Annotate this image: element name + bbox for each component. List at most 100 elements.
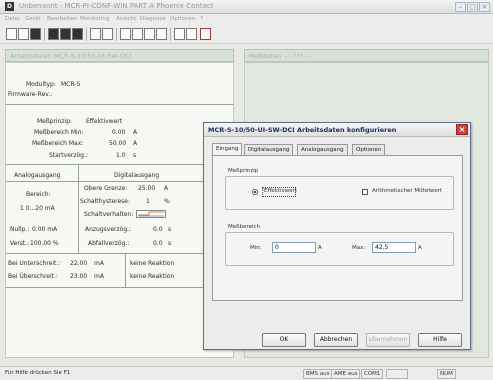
divider	[6, 164, 233, 165]
monitor-icon[interactable]	[102, 28, 113, 40]
status-num: NUM	[437, 369, 456, 379]
on-delay-value: 0.0	[153, 226, 163, 233]
column-divider	[125, 253, 126, 287]
toolbar-separator	[170, 28, 171, 41]
switch-behaviour-label: Schaltverhalten:	[84, 211, 134, 218]
mean-label[interactable]: Arithmetischer Mittelwert	[372, 188, 442, 194]
measure-principle-label: Meßprinzip:	[37, 118, 73, 125]
rms-label[interactable]: Effektivwert	[264, 188, 297, 194]
open-folder-icon[interactable]	[18, 28, 29, 40]
dialog-close-button[interactable]: ×	[456, 124, 468, 135]
min-label: Min:	[250, 245, 262, 251]
range-max-label: Meßbereich Max:	[32, 140, 84, 147]
measure-principle-value: Effektivwert	[86, 118, 123, 125]
tab-content: Meßprinzip Effektivwert Arithmetischer M…	[212, 155, 463, 301]
upload-icon[interactable]	[60, 28, 71, 40]
status-com: COM1	[361, 369, 384, 379]
menu-optionen[interactable]: Optionen	[170, 16, 195, 22]
pointer-icon[interactable]	[174, 28, 185, 40]
range-group-label: Meßbereich	[228, 224, 261, 230]
upper-limit-value: 25.00	[138, 185, 156, 192]
left-panel-header: Arbeitsdaten MCR-S-10/50-UI-SW-DCI	[5, 49, 234, 62]
tab-optionen[interactable]: Optionen	[352, 144, 386, 155]
divider	[6, 181, 233, 182]
analog-range-value: 1 0...20 mA	[20, 205, 55, 212]
start-delay-label: Startverzög.:	[49, 152, 88, 159]
copy-icon[interactable]	[90, 28, 101, 40]
max-label: Max:	[352, 245, 366, 251]
min-input[interactable]: 0	[272, 242, 316, 253]
help-button[interactable]: Hilfe	[418, 333, 462, 347]
save-icon[interactable]	[30, 28, 41, 40]
red-app-icon[interactable]	[200, 28, 211, 40]
module-value: MCR-S	[61, 81, 81, 88]
working-data-panel: Modultyp: MCR-S Firmware-Rev.: Meßprinzi…	[5, 62, 234, 358]
title-bar: D Unbenannt - MCR-PI-CONF-WIN PART A Pho…	[0, 0, 493, 14]
zoom-icon[interactable]	[156, 28, 167, 40]
toolbar-separator	[116, 28, 117, 41]
hysteresis-label: Schalthysterese:	[80, 198, 130, 205]
menu-help[interactable]: ?	[200, 16, 203, 22]
menu-datei[interactable]: Datei	[5, 16, 20, 22]
maximize-button[interactable]: □	[467, 2, 478, 12]
under-limit-unit: mA	[94, 260, 104, 267]
print-icon[interactable]	[48, 28, 59, 40]
menu-ansicht[interactable]: Ansicht	[116, 16, 136, 22]
off-delay-unit: s	[168, 240, 172, 247]
tab-digitalausgang[interactable]: Digitalausgang	[244, 144, 294, 155]
apply-button[interactable]: Übernehmen	[366, 333, 410, 347]
start-delay-value: 1.0	[116, 152, 126, 159]
app-icon: D	[5, 2, 14, 11]
tab-analogausgang[interactable]: Analogausgang	[297, 144, 348, 155]
right-panel-header: Meßdaten --- ??? ---	[244, 49, 489, 62]
upper-limit-label: Obere Grenze:	[84, 185, 128, 192]
new-file-icon[interactable]	[6, 28, 17, 40]
grid-icon[interactable]	[132, 28, 143, 40]
min-unit: A	[318, 245, 322, 251]
under-limit-reaction: keine Reaktion	[130, 260, 175, 267]
menu-geraet[interactable]: Gerät	[25, 16, 40, 22]
start-delay-unit: s	[133, 152, 137, 159]
firmware-label: Firmware-Rev.:	[8, 91, 53, 98]
switch-behaviour-graph	[136, 210, 166, 218]
under-limit-value: 22.00	[70, 260, 88, 267]
window-icon[interactable]	[144, 28, 155, 40]
help-icon[interactable]	[186, 28, 197, 40]
max-input[interactable]: 42.5	[372, 242, 416, 253]
over-limit-label: Bei Überschreit.:	[8, 273, 58, 280]
range-min-unit: A	[133, 129, 138, 136]
cancel-button[interactable]: Abbrechen	[314, 333, 358, 347]
analog-range-label: Bereich:	[26, 191, 51, 198]
status-ame: AME aus	[331, 369, 361, 379]
ok-button[interactable]: OK	[262, 333, 306, 347]
off-delay-label: Abfallverzög.:	[88, 240, 130, 247]
mean-checkbox[interactable]	[362, 189, 368, 195]
gain-value: 100.00 %	[30, 240, 59, 247]
module-label: Modultyp:	[26, 81, 56, 88]
digital-output-title: Digitalausgang	[114, 172, 160, 179]
download-icon[interactable]	[72, 28, 83, 40]
under-limit-label: Bei Unterschreit.:	[8, 260, 61, 267]
over-limit-unit: mA	[94, 273, 104, 280]
configure-dialog: MCR-S-10/50-UI-SW-DCI Arbeitsdaten konfi…	[203, 122, 471, 350]
minimize-button[interactable]: –	[455, 2, 466, 12]
on-delay-unit: s	[168, 226, 172, 233]
range-min-label: Meßbereich Min:	[34, 129, 84, 136]
max-unit: A	[418, 245, 422, 251]
column-divider	[78, 165, 79, 253]
toolbar-separator	[44, 28, 45, 41]
menu-diagnose[interactable]: Diagnose	[140, 16, 166, 22]
on-delay-label: Anzugsverzög.:	[85, 226, 132, 233]
layout-icon[interactable]	[120, 28, 131, 40]
toolbar-separator	[86, 28, 87, 41]
rms-radio[interactable]	[252, 189, 258, 195]
close-window-button[interactable]: ×	[479, 2, 490, 12]
range-group: Min: 0 A Max: 42.5 A	[225, 232, 454, 266]
divider	[6, 253, 233, 254]
menu-monitoring[interactable]: Monitoring	[80, 16, 109, 22]
over-limit-reaction: keine Reaktion	[130, 273, 175, 280]
dialog-title: MCR-S-10/50-UI-SW-DCI Arbeitsdaten konfi…	[208, 126, 397, 134]
analog-output-title: Analogausgang	[14, 172, 61, 179]
menu-bearbeiten[interactable]: Bearbeiten	[47, 16, 77, 22]
menu-bar: Datei Gerät Bearbeiten Monitoring Ansich…	[0, 14, 493, 25]
